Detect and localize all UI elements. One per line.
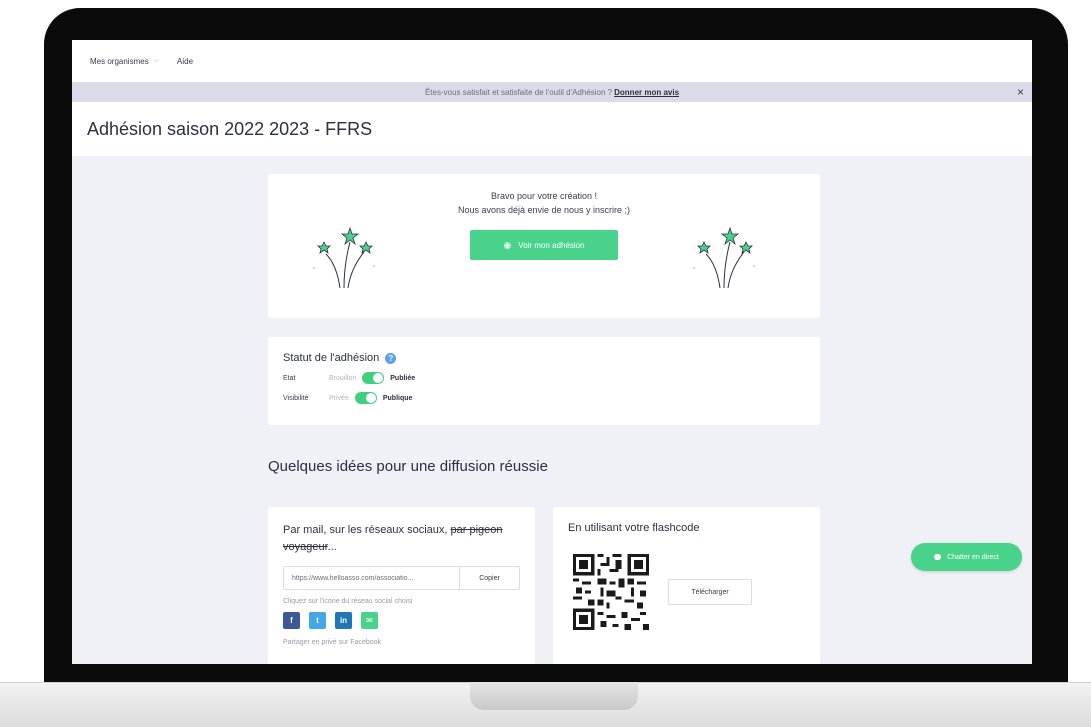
- feedback-link[interactable]: Donner mon avis: [614, 88, 679, 97]
- feedback-banner: Êtes-vous satisfait et satisfaite de l'o…: [72, 82, 1032, 102]
- membership-status-card: Statut de l'adhésion ? Etat Brouillon Pu…: [268, 337, 820, 425]
- diffusion-section-title: Quelques idées pour une diffusion réussi…: [268, 458, 548, 475]
- facebook-private-share[interactable]: Partager en privé sur Facebook: [283, 639, 520, 646]
- laptop-notch: [470, 682, 638, 710]
- mail-title-end: ...: [327, 541, 337, 553]
- toggle-knob: [373, 373, 384, 383]
- state-toggle[interactable]: [362, 372, 385, 384]
- visibility-on-label: Publique: [382, 394, 413, 402]
- chevron-down-icon: ⌵: [153, 57, 159, 64]
- status-title: Statut de l'adhésion ?: [283, 352, 805, 364]
- flashcode-card: En utilisant votre flashcode Télécharger: [553, 507, 820, 664]
- state-off-label: Brouillon: [329, 374, 357, 382]
- status-title-text: Statut de l'adhésion: [283, 352, 380, 364]
- nav-organisations[interactable]: Mes organismes ⌵: [90, 57, 159, 66]
- mail-title-plain: Par mail, sur les réseaux sociaux,: [283, 524, 451, 536]
- share-by-mail-card: Par mail, sur les réseaux sociaux, par p…: [268, 507, 535, 664]
- firework-left-icon: [313, 226, 375, 289]
- flashcode-title: En utilisant votre flashcode: [568, 522, 700, 534]
- state-label: Etat: [283, 374, 296, 382]
- nav-help-label: Aide: [177, 56, 194, 66]
- nav-organisations-label: Mes organismes: [90, 56, 149, 66]
- share-link-row: Copier: [283, 566, 520, 590]
- twitter-icon[interactable]: t: [309, 612, 326, 629]
- live-chat-button[interactable]: Chatter en direct: [911, 543, 1022, 571]
- help-icon[interactable]: ?: [385, 352, 397, 364]
- mail-icon[interactable]: ✉: [361, 612, 378, 629]
- page-title: Adhésion saison 2022 2023 - FFRS: [87, 118, 373, 139]
- firework-right-icon: [693, 226, 755, 289]
- banner-text: Êtes-vous satisfait et satisfaite de l'o…: [424, 87, 613, 97]
- download-button[interactable]: Télécharger: [668, 579, 752, 605]
- visibility-toggle[interactable]: [354, 392, 377, 404]
- qr-code-icon: [573, 554, 649, 630]
- app-screen: Mes organismes ⌵ Aide Êtes-vous satisfai…: [72, 40, 1032, 664]
- linkedin-icon[interactable]: in: [335, 612, 352, 629]
- creation-success-card: Bravo pour votre création ! Nous avons d…: [268, 174, 820, 318]
- top-navigation: Mes organismes ⌵ Aide: [72, 40, 1032, 82]
- close-icon[interactable]: ×: [1017, 86, 1024, 98]
- status-row-state: Etat Brouillon Publiée: [283, 372, 805, 384]
- state-on-label: Publiée: [390, 374, 416, 382]
- toggle-knob: [365, 393, 376, 403]
- copy-button[interactable]: Copier: [459, 567, 519, 589]
- view-membership-button[interactable]: ◉ Voir mon adhésion: [470, 230, 618, 260]
- social-hint: Cliquez sur l'icone du réseau social cho…: [283, 598, 413, 605]
- social-buttons: f t in ✉: [283, 612, 520, 629]
- mail-card-title: Par mail, sur les réseaux sociaux, par p…: [283, 522, 520, 556]
- visibility-label: Visibilité: [283, 394, 309, 402]
- view-membership-label: Voir mon adhésion: [518, 240, 585, 250]
- chat-bubble-icon: [934, 554, 942, 560]
- eye-icon: ◉: [503, 239, 512, 250]
- bravo-line-1: Bravo pour votre création !: [490, 191, 598, 201]
- facebook-icon[interactable]: f: [283, 612, 300, 629]
- share-link-input[interactable]: [284, 567, 459, 589]
- visibility-off-label: Privée: [329, 394, 349, 402]
- status-row-visibility: Visibilité Privée Publique: [283, 392, 805, 404]
- live-chat-label: Chatter en direct: [947, 553, 999, 561]
- page-header: Adhésion saison 2022 2023 - FFRS: [72, 102, 1032, 156]
- nav-help[interactable]: Aide: [177, 57, 193, 66]
